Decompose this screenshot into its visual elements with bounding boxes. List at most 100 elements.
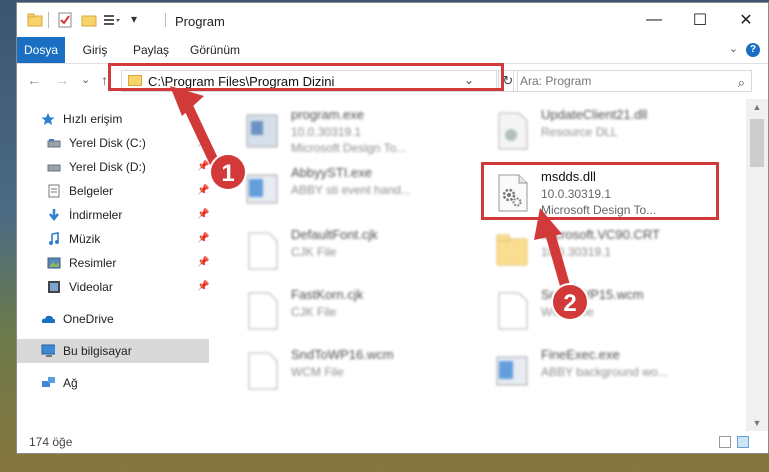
scroll-thumb[interactable] [750, 119, 764, 167]
sidebar-item-label: İndirmeler [69, 208, 123, 222]
file-item[interactable]: DefaultFont.cjk CJK File [233, 223, 473, 279]
quick-access-dropdown-icon[interactable]: ▾ [131, 12, 137, 26]
file-name: Microsoft.VC90.CRT [541, 227, 660, 242]
file-icon [248, 292, 278, 330]
file-icon [248, 232, 278, 270]
properties-icon[interactable] [57, 12, 73, 28]
sidebar-item-ag[interactable]: Ağ [17, 371, 209, 395]
file-name: UpdateClient21.dll [541, 107, 648, 122]
file-item[interactable]: FastKorn.cjk CJK File [233, 283, 473, 339]
recent-locations-button[interactable]: ⌄ [81, 73, 90, 86]
sidebar-item-muzik[interactable]: Müzik 📌 [17, 227, 209, 251]
file-name: SndToWP16.wcm [291, 347, 394, 362]
file-item[interactable]: program.exe 10.0.30319.1 Microsoft Desig… [233, 103, 473, 159]
file-item[interactable]: FineExec.exe ABBY background wo... [483, 343, 723, 399]
file-highlight-box [481, 162, 719, 220]
sidebar-item-label: Hızlı erişim [63, 112, 123, 126]
file-detail: 10.0.30319.1 [291, 125, 362, 139]
download-icon [49, 209, 59, 222]
file-detail: WCM File [541, 305, 594, 319]
sidebar-item-yerel-disk-d[interactable]: Yerel Disk (D:) 📌 [17, 155, 209, 179]
file-detail: CJK File [291, 245, 337, 259]
status-bar: 174 öğe [17, 431, 768, 453]
search-icon: ⌕ [737, 75, 745, 90]
file-name: AbbyySTI.exe [291, 165, 372, 180]
separator [165, 13, 166, 27]
file-item[interactable]: UpdateClient21.dll Resource DLL [483, 103, 723, 159]
file-name: SndToWP15.wcm [541, 287, 644, 302]
file-icon [248, 352, 278, 390]
tab-giris[interactable]: Giriş [75, 37, 115, 63]
vertical-scrollbar[interactable]: ▲ ▼ [746, 99, 768, 431]
file-item[interactable]: Microsoft.VC90.CRT 10.0.30319.1 [483, 223, 723, 279]
sidebar-item-hizli-erisim[interactable]: Hızlı erişim [17, 107, 209, 131]
minimize-icon: — [646, 11, 662, 28]
back-button[interactable]: ← [27, 72, 41, 88]
tab-dosya[interactable]: Dosya [17, 37, 65, 63]
tab-paylas[interactable]: Paylaş [127, 37, 175, 63]
pin-icon: 📌 [197, 209, 210, 220]
drive-icon [47, 139, 61, 148]
exe-icon [246, 114, 278, 148]
details-view-button[interactable] [719, 436, 731, 448]
file-detail: CJK File [291, 305, 337, 319]
file-item[interactable]: AbbyySTI.exe ABBY sti event hand... [233, 161, 473, 217]
exe-icon [246, 174, 278, 204]
address-highlight-box [108, 63, 504, 91]
expand-ribbon-icon[interactable]: ⌄ [729, 42, 738, 55]
pin-icon: 📌 [197, 233, 210, 244]
dll-icon [498, 112, 528, 150]
documents-icon [48, 184, 60, 198]
window-title: Program [175, 14, 225, 29]
computer-icon [41, 344, 55, 357]
star-icon [41, 113, 55, 125]
sidebar-item-resimler[interactable]: Resimler 📌 [17, 251, 209, 275]
file-name: program.exe [291, 107, 364, 122]
sidebar-item-bu-bilgisayar[interactable]: Bu bilgisayar [17, 339, 209, 363]
close-icon: ✕ [739, 12, 753, 29]
sidebar-item-videolar[interactable]: Videolar 📌 [17, 275, 209, 299]
sidebar-item-onedrive[interactable]: OneDrive [17, 307, 209, 331]
close-button[interactable]: ✕ [723, 3, 768, 37]
sidebar-item-indirmeler[interactable]: İndirmeler 📌 [17, 203, 209, 227]
file-description: Microsoft Design To... [291, 141, 407, 155]
file-item[interactable]: SndToWP15.wcm WCM File [483, 283, 723, 339]
navigation-pane: Hızlı erişim Yerel Disk (C:) 📌 Yerel Dis… [17, 99, 211, 431]
search-input[interactable]: Ara: Program ⌕ [513, 70, 752, 92]
file-detail: Resource DLL [541, 125, 618, 139]
sidebar-item-belgeler[interactable]: Belgeler 📌 [17, 179, 209, 203]
sidebar-item-label: Videolar [69, 280, 113, 294]
file-detail: WCM File [291, 365, 344, 379]
sidebar-item-label: OneDrive [63, 312, 114, 326]
sidebar-item-yerel-disk-c[interactable]: Yerel Disk (C:) 📌 [17, 131, 209, 155]
search-placeholder: Ara: Program [520, 74, 592, 88]
file-detail: ABBY sti event hand... [291, 183, 411, 197]
network-icon [42, 377, 55, 387]
minimize-button[interactable]: — [631, 3, 677, 37]
pin-icon: 📌 [197, 161, 210, 172]
tab-gorunum[interactable]: Görünüm [187, 37, 243, 63]
file-name: DefaultFont.cjk [291, 227, 378, 242]
up-button[interactable]: ↑ [101, 72, 108, 88]
cloud-icon [41, 315, 55, 323]
drive-icon [47, 164, 61, 172]
help-icon[interactable]: ? [746, 43, 760, 57]
new-folder-icon[interactable] [81, 12, 97, 28]
file-item[interactable]: SndToWP16.wcm WCM File [233, 343, 473, 399]
maximize-icon: ☐ [692, 12, 708, 29]
scroll-up-icon[interactable]: ▲ [746, 102, 768, 112]
forward-button[interactable]: → [55, 72, 69, 88]
sidebar-item-label: Resimler [69, 256, 117, 270]
folder-icon [496, 234, 528, 266]
scroll-down-icon[interactable]: ▼ [746, 418, 768, 428]
pin-icon: 📌 [197, 137, 210, 148]
pin-icon: 📌 [197, 185, 210, 196]
title-bar: ▾ Program — ☐ ✕ [17, 3, 768, 37]
customize-icon[interactable] [103, 12, 121, 28]
maximize-button[interactable]: ☐ [677, 3, 723, 37]
sidebar-item-label: Yerel Disk (C:) [69, 136, 146, 150]
sidebar-item-label: Ağ [63, 376, 78, 390]
tiles-view-button[interactable] [737, 436, 749, 448]
file-icon [498, 292, 528, 330]
file-name: FineExec.exe [541, 347, 620, 362]
